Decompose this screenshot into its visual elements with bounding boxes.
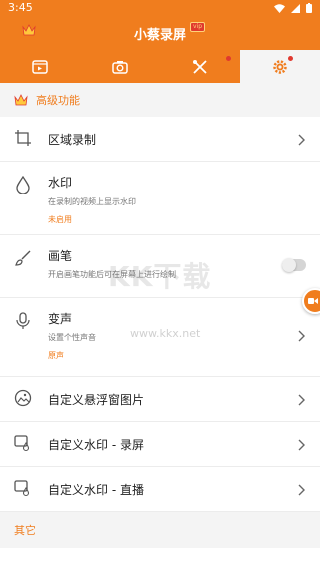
section-advanced: 高级功能 <box>0 83 320 117</box>
watermark-icon <box>14 480 30 497</box>
row-title: 自定义悬浮窗图片 <box>48 393 145 407</box>
row-watermark[interactable]: 水印 在录制的视频上显示水印 未启用 <box>0 162 320 235</box>
battery-icon <box>306 3 312 13</box>
tab-tools[interactable] <box>160 50 240 83</box>
tab-camera[interactable] <box>80 50 160 83</box>
tools-dot <box>226 56 231 61</box>
vip-badge: vip <box>190 22 206 32</box>
image-icon <box>14 389 32 407</box>
film-icon <box>32 59 48 74</box>
row-status: 原声 <box>48 351 64 360</box>
chevron-right-icon <box>298 439 305 451</box>
wifi-icon <box>274 3 285 13</box>
microphone-icon <box>16 312 30 329</box>
chevron-right-icon <box>298 134 305 146</box>
row-custom-watermark-record[interactable]: 自定义水印 - 录屏 <box>0 422 320 467</box>
chevron-right-icon <box>298 394 305 406</box>
tab-settings[interactable] <box>240 50 320 83</box>
row-title: 画笔 <box>48 249 73 263</box>
row-subtitle: 设置个性声音 <box>48 333 96 342</box>
crown-icon <box>14 94 28 106</box>
row-title: 自定义水印 - 直播 <box>48 483 144 497</box>
tools-icon <box>193 59 207 74</box>
row-title: 自定义水印 - 录屏 <box>48 438 144 452</box>
app-title: 小蔡录屏 <box>133 28 186 43</box>
brush-toggle[interactable] <box>282 258 306 272</box>
row-custom-watermark-live[interactable]: 自定义水印 - 直播 <box>0 467 320 512</box>
row-custom-float-image[interactable]: 自定义悬浮窗图片 <box>0 377 320 422</box>
row-title: 变声 <box>48 312 73 326</box>
row-title: 区域录制 <box>48 133 97 147</box>
crop-icon <box>15 130 31 146</box>
tab-bar <box>0 50 320 83</box>
app-bar: 小蔡录屏 vip <box>0 16 320 50</box>
droplet-icon <box>16 176 30 194</box>
section-other: 其它 <box>0 512 320 548</box>
gear-icon <box>273 59 287 74</box>
chevron-right-icon <box>298 484 305 496</box>
watermark-url: www.kkx.net <box>130 327 201 340</box>
signal-icon <box>291 3 300 13</box>
status-bar: 3:45 <box>0 0 320 16</box>
settings-content: 高级功能 区域录制 水印 在录制的视频上显示水印 未启用 画笔 开启画笔功能后可… <box>0 83 320 569</box>
video-camera-icon <box>308 298 318 304</box>
settings-dot <box>288 56 293 61</box>
watermark-icon <box>14 435 30 452</box>
row-subtitle: 在录制的视频上显示水印 <box>48 197 136 206</box>
row-status: 未启用 <box>48 215 72 224</box>
watermark-text: KK下载 <box>108 260 212 293</box>
row-region-record[interactable]: 区域录制 <box>0 117 320 162</box>
chevron-right-icon <box>298 330 305 342</box>
tab-video-list[interactable] <box>0 50 80 83</box>
status-time: 3:45 <box>8 1 33 14</box>
system-icons <box>274 3 312 13</box>
row-title: 水印 <box>48 176 73 190</box>
brush-icon <box>15 250 31 266</box>
camera-icon <box>112 60 128 74</box>
section-label: 其它 <box>14 524 36 537</box>
toggle-knob <box>282 258 296 272</box>
section-label: 高级功能 <box>36 94 80 107</box>
